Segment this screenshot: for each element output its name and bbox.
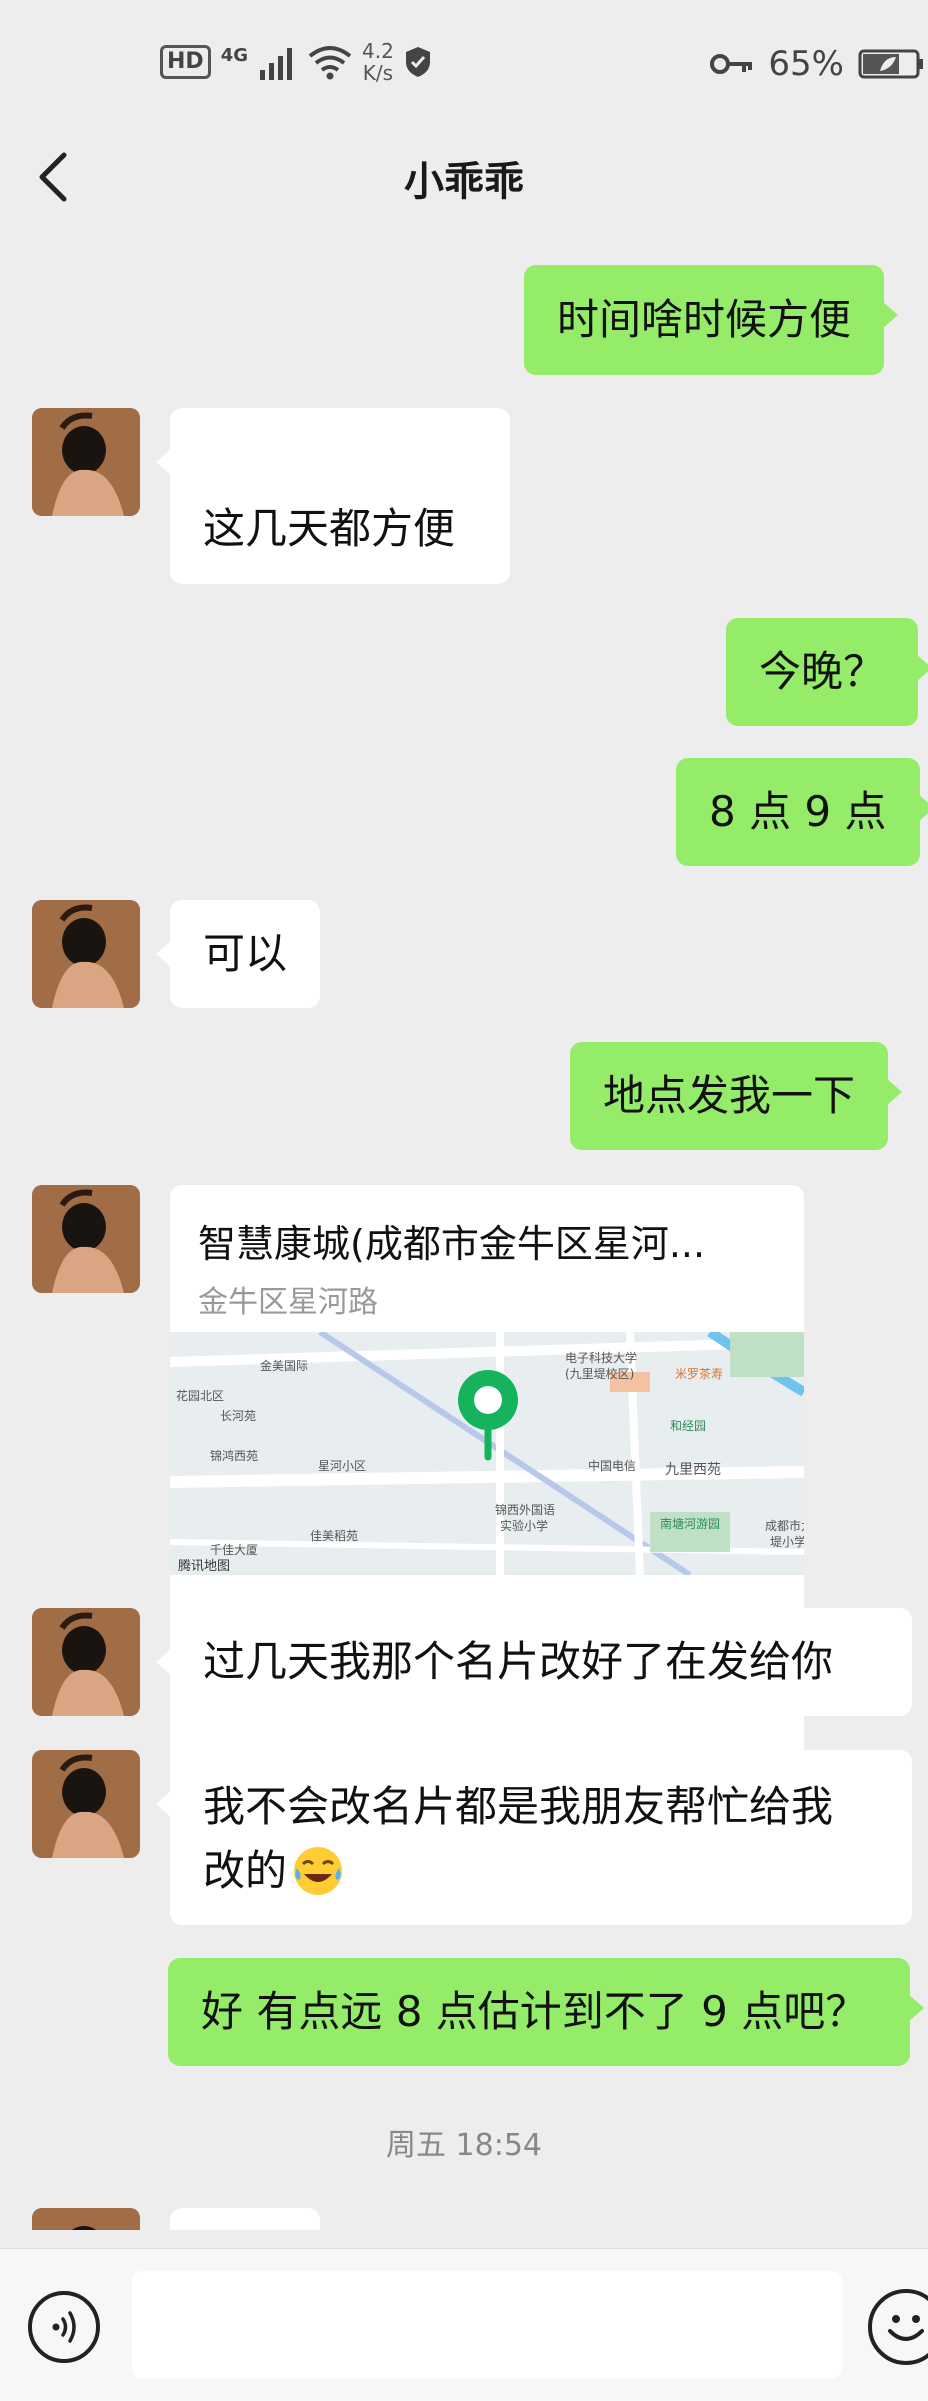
message-text-line-2: 改的 [203, 1839, 879, 1903]
message-input[interactable] [132, 2271, 842, 2379]
avatar[interactable] [32, 2208, 140, 2230]
hd-badge: HD [160, 45, 211, 79]
map-label: 实验小学 [500, 1518, 548, 1533]
message-text: 过几天我那个名片改好了在发给你 [203, 1637, 834, 1686]
status-bar: HD 4G 4.2 K/s 65% [0, 0, 928, 140]
emoji-button[interactable] [868, 2289, 928, 2365]
map-label: 锦西外国语 [495, 1503, 555, 1517]
shield-icon [405, 47, 430, 77]
message-text: 可以 [203, 929, 288, 978]
map-label: 星河小区 [318, 1459, 366, 1473]
message-bubble-sent[interactable]: 地点发我一下 [570, 1042, 903, 1150]
avatar[interactable] [32, 1185, 140, 1293]
map-label: 米罗茶寿 [675, 1366, 723, 1381]
net-speed-unit: K/s [362, 61, 394, 85]
map-label: 千佳大厦 [210, 1543, 258, 1557]
avatar[interactable] [32, 1608, 140, 1716]
message-text-line: 我不会改名片都是我朋友帮忙给我 [203, 1782, 834, 1831]
message-bubble-sent[interactable]: 好 有点远 8 点估计到不了 9 点吧？ [168, 1958, 924, 2066]
avatar[interactable] [32, 408, 140, 516]
battery-icon [858, 49, 923, 79]
location-map[interactable]: 金美国际 电子科技大学 (九里堤校区) 米罗茶寿 和经园 九里西苑 中国电信 锦… [170, 1332, 804, 1575]
status-left: HD 4G 4.2 K/s [160, 40, 432, 84]
map-label: 花园北区 [176, 1388, 224, 1403]
message-bubble-sent[interactable]: 今晚？ [726, 618, 928, 726]
message-bubble-sent[interactable]: 8 点 9 点 [676, 758, 928, 866]
map-label: 九里西苑 [665, 1462, 721, 1478]
message-text: 这几天都方便 [203, 504, 456, 553]
avatar[interactable] [32, 1750, 140, 1858]
message-text: 时间啥时候方便 [557, 295, 852, 344]
avatar[interactable] [32, 900, 140, 1008]
net-speed: 4.2 K/s [362, 40, 394, 84]
map-label: 佳美稻苑 [310, 1529, 358, 1543]
message-bubble-sent[interactable]: 时间啥时候方便 [524, 265, 899, 375]
message-bubble-received[interactable]: 过几天我那个名片改好了在发给你 [156, 1608, 912, 1716]
map-label: 中国电信 [588, 1458, 636, 1473]
chat-area[interactable]: 时间啥时候方便 这几天都方便 今晚？ 8 点 9 点 可以 地点发我一下 智慧康… [0, 240, 928, 2230]
location-title: 智慧康城(成都市金牛区星河... [198, 1222, 706, 1266]
tearful-laugh-emoji-icon [294, 1847, 343, 1895]
emoji-icon [888, 2315, 924, 2341]
message-bubble-received[interactable]: 这几天都方便 [156, 408, 510, 584]
network-type: 4G [220, 44, 248, 66]
map-label: 锦鸿西苑 [210, 1449, 258, 1463]
signal-icon [260, 48, 292, 80]
message-bubble-received[interactable]: 可以 [170, 2208, 321, 2230]
message-text-line: 改的 [203, 1846, 288, 1895]
nav-bar: 小乖乖 [0, 125, 928, 235]
map-label: 南塘河游园 [660, 1516, 720, 1531]
voice-icon [52, 2311, 76, 2343]
map-label: 成都市九 [765, 1518, 804, 1533]
message-bubble-received[interactable]: 可以 [156, 900, 321, 1008]
key-icon [710, 54, 753, 74]
map-label: 长河苑 [220, 1409, 256, 1423]
location-address: 金牛区星河路 [198, 1285, 378, 1320]
message-timestamp: 周五 18:54 [386, 2128, 542, 2163]
message-bubble-received[interactable]: 我不会改名片都是我朋友帮忙给我 改的 [156, 1750, 912, 1925]
map-label: 和经园 [670, 1419, 706, 1433]
map-label: 电子科技大学 [565, 1350, 637, 1365]
chat-title: 小乖乖 [404, 159, 524, 205]
net-speed-value: 4.2 [362, 39, 394, 63]
input-bar [0, 2248, 928, 2401]
message-text: 8 点 9 点 [709, 787, 887, 836]
status-right: 65% [710, 44, 928, 84]
message-text: 好 有点远 8 点估计到不了 9 点吧？ [201, 1987, 868, 2036]
message-text: 今晚？ [759, 647, 886, 696]
map-label: (九里堤校区) [565, 1366, 634, 1381]
message-text: 地点发我一下 [603, 1071, 856, 1120]
wifi-icon [308, 46, 352, 80]
location-card[interactable]: 智慧康城(成都市金牛区星河... 金牛区星河路 金美国际 电子科技大学 (九里堤… [170, 1185, 804, 1813]
map-label: 堤小学 [770, 1534, 804, 1549]
map-logo: 腾讯地图 [178, 1558, 230, 1574]
voice-button[interactable] [28, 2291, 100, 2363]
battery-percent: 65% [768, 44, 844, 84]
map-label: 金美国际 [260, 1358, 308, 1373]
